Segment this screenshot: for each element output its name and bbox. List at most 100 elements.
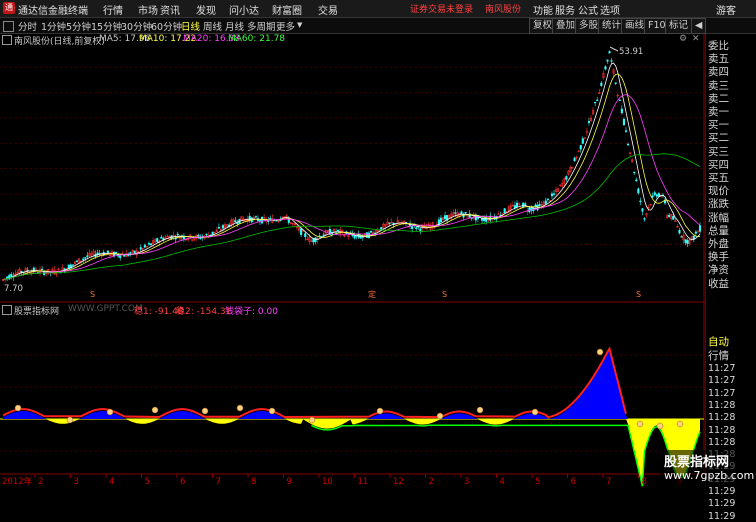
candle-body xyxy=(544,200,547,205)
candle-body xyxy=(596,99,599,102)
candle-body xyxy=(620,108,623,114)
candle-body xyxy=(614,82,617,84)
indicator-site: WWW.GPPT.COM xyxy=(68,304,143,314)
candle-body xyxy=(75,260,79,262)
tick-time-3: 11:28 xyxy=(708,399,736,411)
month-label: 2 xyxy=(429,477,434,487)
candle-body xyxy=(604,66,607,70)
candle-body xyxy=(637,188,640,194)
tick-time-12: 11:29 xyxy=(708,510,736,522)
candle-body xyxy=(678,230,681,234)
month-label: 8 xyxy=(642,477,647,487)
candle-body xyxy=(419,228,422,232)
candle-body xyxy=(546,198,549,200)
candle-body xyxy=(304,233,307,237)
indicator-top-line xyxy=(2,346,627,419)
month-label: 9 xyxy=(287,477,292,487)
month-label: 8 xyxy=(251,477,256,487)
candle-body xyxy=(217,226,220,229)
candle-body xyxy=(538,203,541,206)
signal-marker: S xyxy=(636,290,641,299)
candle-body xyxy=(6,276,9,279)
month-label: 4 xyxy=(109,477,114,487)
signal-bag-icon xyxy=(596,348,604,356)
window-icon[interactable] xyxy=(2,305,12,315)
candle-body xyxy=(236,222,239,224)
candle-body xyxy=(123,255,126,257)
indicator-negative-area xyxy=(3,419,700,485)
candle-body xyxy=(653,192,656,195)
indicator-name: 股票指标网 xyxy=(14,307,60,317)
candle-body xyxy=(176,233,179,236)
candle-body xyxy=(322,234,325,236)
month-label: 10 xyxy=(322,477,333,487)
candle-body xyxy=(622,118,625,126)
candle-body xyxy=(71,264,74,266)
candle-body xyxy=(606,59,609,62)
candle-body xyxy=(524,203,527,205)
candle-body xyxy=(96,252,99,255)
signal-marker: 定 xyxy=(368,289,376,299)
month-label: 6 xyxy=(180,477,185,487)
tick-time-0: 11:27 xyxy=(708,363,736,374)
signal-bag-icon xyxy=(66,416,74,424)
tick-time-11: 11:29 xyxy=(708,498,736,510)
auto-label[interactable]: 自动 xyxy=(708,334,729,349)
candle-body xyxy=(639,200,642,202)
candle-body xyxy=(594,101,597,104)
candle-body xyxy=(119,255,122,258)
candle-body xyxy=(643,218,646,220)
ma10-line xyxy=(2,73,701,281)
candle-body xyxy=(624,130,628,132)
candle-body xyxy=(261,217,264,224)
tick-time-5: 11:28 xyxy=(708,424,736,436)
signal-bag-icon xyxy=(476,406,484,414)
month-label: 5 xyxy=(535,477,540,487)
candle-body xyxy=(684,239,687,244)
candle-body xyxy=(82,258,85,261)
signal-bag-icon xyxy=(201,407,209,415)
candle-body xyxy=(129,252,132,255)
candle-body xyxy=(133,250,136,254)
month-label: 4 xyxy=(500,477,505,487)
candle-body xyxy=(651,195,654,198)
candle-body xyxy=(369,230,373,233)
candle-body xyxy=(269,217,272,220)
month-label: 5 xyxy=(145,477,150,487)
candle-body xyxy=(411,226,414,230)
candle-body xyxy=(143,244,146,248)
candle-body xyxy=(581,138,584,144)
candle-body xyxy=(139,247,142,250)
signal-bag-icon xyxy=(236,404,244,412)
candle-body xyxy=(672,215,675,220)
candle-body xyxy=(464,211,467,214)
high-price-label: 53.91 xyxy=(619,47,643,57)
candle-body xyxy=(86,255,89,257)
tick-time-4: 11:28 xyxy=(708,412,736,424)
candle-body xyxy=(573,157,576,162)
signal-bag-icon xyxy=(14,404,22,412)
month-label: 3 xyxy=(74,477,79,487)
candle-body xyxy=(353,235,356,239)
signal-bag-icon xyxy=(636,420,644,428)
candle-body xyxy=(686,240,689,244)
signal-marker: S xyxy=(442,290,447,299)
candle-body xyxy=(579,145,582,150)
candle-body xyxy=(515,202,519,208)
quote-side-panel: 委比 卖五 卖四 卖三 卖二 卖一 买一 买二 买三 买四 买五 现价 涨跌 涨幅 总量 外盘 换手 净资 收益 自… xyxy=(705,34,756,522)
candle-body xyxy=(205,233,208,236)
candle-body xyxy=(147,243,151,245)
tick-time-2: 11:27 xyxy=(708,387,736,399)
candle-body xyxy=(160,236,163,239)
candle-body xyxy=(365,232,368,238)
candle-body xyxy=(367,232,371,238)
watermark-url: www.7gpzb.com xyxy=(664,469,755,482)
signal-bag-icon xyxy=(676,420,684,428)
candle-body xyxy=(481,218,484,221)
candle-body xyxy=(657,193,660,197)
candle-body xyxy=(618,99,621,101)
year-label: 2012年 xyxy=(2,476,33,487)
panel-label-18: 收益 xyxy=(708,277,729,290)
candle-body xyxy=(444,215,447,220)
month-label: 7 xyxy=(606,477,611,487)
